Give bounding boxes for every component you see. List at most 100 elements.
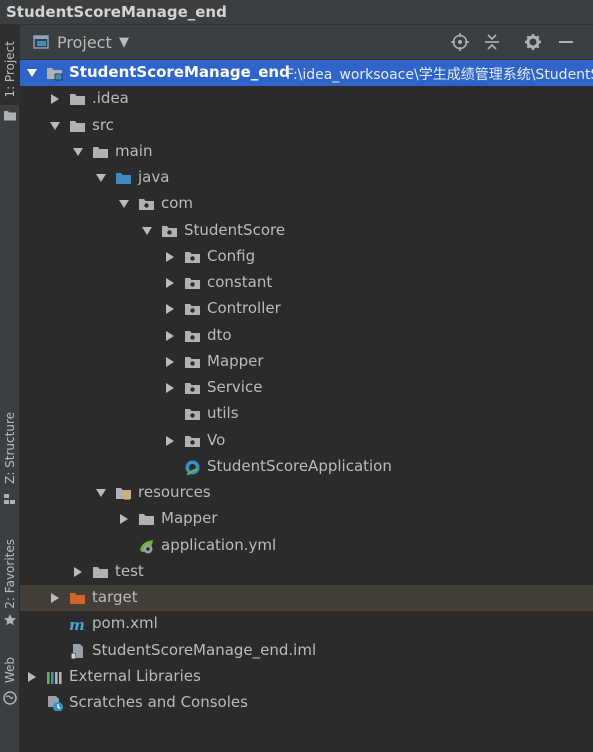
expanded-arrow-icon[interactable]	[26, 67, 38, 79]
tree-node-label: application.yml	[161, 535, 277, 554]
expanded-arrow-icon[interactable]	[141, 225, 153, 237]
tree-node-label: External Libraries	[69, 666, 201, 685]
scratches-icon	[48, 696, 63, 711]
tree-node[interactable]: constant	[20, 270, 593, 296]
tree-node[interactable]: application.yml	[20, 533, 593, 559]
spring-yml-icon	[140, 539, 153, 553]
tree-node[interactable]: dto	[20, 323, 593, 349]
collapsed-arrow-icon[interactable]	[164, 435, 176, 447]
module-folder-icon	[47, 68, 63, 81]
tree-node[interactable]: java	[20, 165, 593, 191]
tree-node-label: main	[115, 141, 153, 160]
tree-node[interactable]: Service	[20, 375, 593, 401]
folder-icon	[93, 566, 108, 578]
view-label: Project	[57, 33, 112, 52]
source-folder-icon	[116, 173, 131, 184]
window-title: StudentScoreManage_end	[6, 3, 227, 21]
collapsed-arrow-icon[interactable]	[164, 356, 176, 368]
collapsed-arrow-icon[interactable]	[49, 93, 61, 105]
hide-icon[interactable]	[557, 33, 575, 51]
tree-node[interactable]: Mapper	[20, 506, 593, 532]
tree-node[interactable]: External Libraries	[20, 664, 593, 690]
folder-icon	[4, 111, 16, 121]
tree-node-label: test	[115, 561, 144, 580]
spring-boot-class-icon	[185, 460, 200, 475]
tree-node-label: Config	[207, 246, 256, 265]
project-view-icon	[33, 35, 49, 49]
excluded-folder-icon	[70, 593, 85, 604]
collapsed-arrow-icon[interactable]	[164, 382, 176, 394]
chevron-down-icon: ▼	[119, 35, 129, 50]
structure-icon	[4, 494, 15, 504]
package-icon	[162, 225, 177, 237]
collapsed-arrow-icon[interactable]	[164, 251, 176, 263]
side-tab-label: 2: Favorites	[3, 539, 17, 609]
title-bar: StudentScoreManage_end	[0, 0, 593, 25]
expanded-arrow-icon[interactable]	[49, 120, 61, 132]
tree-node[interactable]: StudentScoreApplication	[20, 454, 593, 480]
tree-node-label: com	[161, 194, 194, 213]
package-icon	[139, 199, 154, 211]
expanded-arrow-icon[interactable]	[95, 487, 107, 499]
tree-node[interactable]: StudentScoreManage_end F:\idea_worksoace\…	[20, 60, 593, 86]
tree-node-path: F:\idea_worksoace\学生成绩管理系统\StudentS	[286, 67, 593, 83]
tree-node[interactable]: Config	[20, 244, 593, 270]
tree-node[interactable]: Vo	[20, 428, 593, 454]
locate-icon[interactable]	[451, 33, 469, 51]
tree-node[interactable]: utils	[20, 401, 593, 427]
side-tab-structure[interactable]: Z: Structure	[0, 410, 20, 510]
collapsed-arrow-icon[interactable]	[72, 566, 84, 578]
side-tab-project-icon[interactable]	[0, 105, 20, 125]
collapsed-arrow-icon[interactable]	[164, 277, 176, 289]
tree-node-label: Vo	[207, 430, 226, 449]
tree-node-label: Service	[207, 378, 263, 396]
package-icon	[185, 304, 200, 316]
tree-node[interactable]: StudentScoreManage_end.iml	[20, 638, 593, 664]
package-icon	[185, 251, 200, 263]
tree-node-label: Scratches and Consoles	[69, 693, 248, 711]
tree-node-label: target	[92, 588, 138, 606]
tree-node[interactable]: target	[20, 585, 593, 611]
collapsed-arrow-icon[interactable]	[164, 330, 176, 342]
package-icon	[185, 435, 200, 447]
tree-node-label: StudentScoreManage_end.iml	[92, 640, 317, 659]
expanded-arrow-icon[interactable]	[72, 146, 84, 158]
package-icon	[185, 383, 200, 394]
tree-node[interactable]: resources	[20, 480, 593, 506]
side-tab-project[interactable]: 1: Project	[0, 25, 20, 105]
tree-node[interactable]: .idea	[20, 86, 593, 112]
resources-folder-icon	[116, 488, 131, 500]
svg-text:m: m	[69, 616, 85, 632]
globe-icon	[3, 691, 17, 705]
collapsed-arrow-icon[interactable]	[164, 303, 176, 315]
tree-node[interactable]: Controller	[20, 296, 593, 322]
tree-node-label: dto	[207, 325, 232, 344]
tree-node[interactable]: com	[20, 191, 593, 217]
side-tab-label: Z: Structure	[3, 412, 17, 484]
view-selector[interactable]: Project ▼	[20, 25, 420, 59]
side-tab-web[interactable]: Web	[0, 655, 20, 715]
expanded-arrow-icon[interactable]	[118, 198, 130, 210]
collapsed-arrow-icon[interactable]	[26, 671, 38, 683]
side-tab-favorites[interactable]: 2: Favorites	[0, 537, 20, 637]
expanded-arrow-icon[interactable]	[95, 172, 107, 184]
tree-node-label: StudentScoreManage_end	[69, 63, 290, 81]
folder-icon	[70, 120, 85, 132]
tree-node[interactable]: src	[20, 113, 593, 139]
tree-node[interactable]: Mapper	[20, 349, 593, 375]
project-toolbar: Project ▼	[20, 25, 593, 60]
tree-node[interactable]: test	[20, 559, 593, 585]
tree-node[interactable]: Scratches and Consoles	[20, 690, 593, 716]
folder-icon	[93, 146, 108, 158]
collapsed-arrow-icon[interactable]	[118, 513, 130, 525]
gear-icon[interactable]	[524, 33, 542, 51]
tree-node[interactable]: m pom.xml	[20, 611, 593, 637]
package-icon	[185, 356, 200, 368]
tree-node[interactable]: main	[20, 139, 593, 165]
collapse-all-icon[interactable]	[483, 33, 501, 51]
package-icon	[185, 278, 200, 289]
collapsed-arrow-icon[interactable]	[49, 592, 61, 604]
tree-node-label: StudentScore	[184, 220, 286, 239]
tree-node-label: Controller	[207, 299, 281, 318]
tree-node[interactable]: StudentScore	[20, 218, 593, 244]
